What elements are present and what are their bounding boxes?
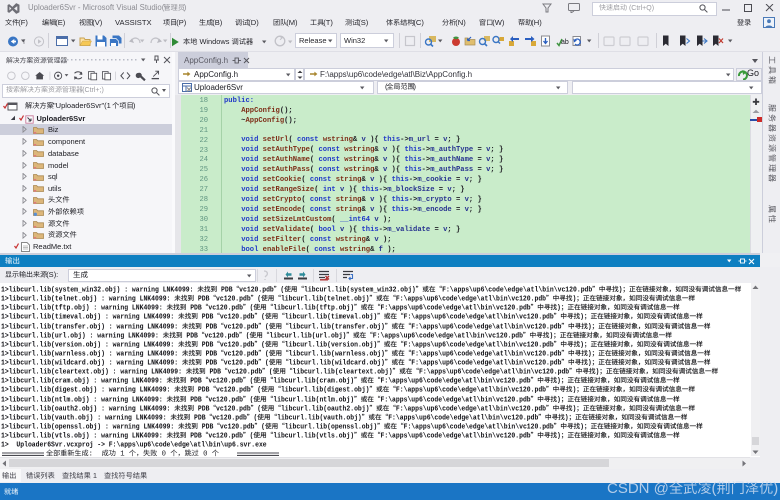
svg-text:1>libcurl.lib(openssl.obj) : w: 1>libcurl.lib(openssl.obj) : warning LNK… xyxy=(1,423,178,431)
svg-text:vc120.pdb: vc120.pdb xyxy=(220,423,255,431)
svg-text:1: 1 xyxy=(91,472,97,480)
svg-text:(: ( xyxy=(261,423,265,431)
svg-text:1>libcurl.lib(digest.obj) : wa: 1>libcurl.lib(digest.obj) : warning LNK4… xyxy=(1,387,174,395)
svg-text:(: ( xyxy=(265,359,269,367)
svg-text:F:\apps\up6\code\edge\atl\bin\: F:\apps\up6\code\edge\atl\bin\vc120.pdb xyxy=(404,423,555,431)
svg-text:(S): (S) xyxy=(358,19,369,27)
svg-text:libcurl.lib(url.obj): libcurl.lib(url.obj) xyxy=(269,332,346,340)
svg-text:): ) xyxy=(773,481,778,497)
svg-text:(: ( xyxy=(246,332,250,340)
svg-text:(Ctrl+;): (Ctrl+;) xyxy=(82,87,104,94)
svg-text:PDB: PDB xyxy=(194,387,210,395)
svg-text:): ) xyxy=(184,4,187,12)
svg-text:VASSISTX: VASSISTX xyxy=(115,19,152,27)
svg-text:F:\apps\up6\code\edge\atl\bin\: F:\apps\up6\code\edge\atl\bin\vc120.pdb xyxy=(396,387,547,395)
svg-text:(P): (P) xyxy=(176,19,187,27)
svg-text:libcurl.lib(vtls.obj): libcurl.lib(vtls.obj) xyxy=(273,432,354,440)
svg-text:PDB: PDB xyxy=(202,359,218,367)
svg-text:(H): (H) xyxy=(531,19,542,27)
svg-text:F:\apps\up6\code\edge\atl\bin\: F:\apps\up6\code\edge\atl\bin\vc120.pdb xyxy=(381,432,532,440)
svg-text:1>libcurl.lib(telnet.obj) : wa: 1>libcurl.lib(telnet.obj) : warning LNK4… xyxy=(1,295,174,303)
svg-text:vc120.pdb: vc120.pdb xyxy=(205,332,240,340)
svg-text:(: ( xyxy=(385,83,388,91)
svg-text:vc120.pdb: vc120.pdb xyxy=(216,387,251,395)
svg-text:CSDN @: CSDN @ xyxy=(607,481,669,497)
svg-text:): ) xyxy=(132,102,135,110)
svg-text:(E): (E) xyxy=(55,19,66,27)
svg-text:libcurl.lib(openssl.obj): libcurl.lib(openssl.obj) xyxy=(285,423,377,431)
svg-text:libcurl.lib(telnet.obj): libcurl.lib(telnet.obj) xyxy=(281,295,370,303)
svg-text:(S):: (S): xyxy=(46,271,58,279)
svg-text:"Uploader6Svr"(1: "Uploader6Svr"(1 xyxy=(53,102,113,110)
svg-text:1>libcurl.lib(url.obj) : warni: 1>libcurl.lib(url.obj) : warning LNK4099… xyxy=(1,332,163,340)
svg-text:F:\apps\up6\code\edge\atl\bin\: F:\apps\up6\code\edge\atl\bin\vc120.pdb xyxy=(396,295,547,303)
svg-text:(T): (T) xyxy=(323,19,333,27)
svg-text:libcurl.lib(digest.obj): libcurl.lib(digest.obj) xyxy=(281,387,370,395)
svg-text:): ) xyxy=(549,332,553,340)
svg-text:(C): (C) xyxy=(413,19,424,27)
svg-text:): ) xyxy=(572,387,576,395)
svg-text:vc120.pdb: vc120.pdb xyxy=(224,359,259,367)
svg-text:(N): (N) xyxy=(455,19,466,27)
svg-text:): ) xyxy=(557,432,561,440)
svg-text:vc120.pdb: vc120.pdb xyxy=(216,295,251,303)
svg-text:): ) xyxy=(572,295,576,303)
svg-text:(B): (B) xyxy=(212,19,223,27)
svg-text:(F): (F) xyxy=(18,19,28,27)
svg-text:(: ( xyxy=(712,481,717,497)
svg-text:Windows: Windows xyxy=(197,38,231,46)
svg-text:PDB: PDB xyxy=(183,332,199,340)
svg-text:F:\apps\up6\code\edge\atl\bin\: F:\apps\up6\code\edge\atl\bin\vc120.pdb xyxy=(411,359,562,367)
svg-text:(W): (W) xyxy=(492,19,505,27)
svg-text:(V): (V) xyxy=(92,19,103,27)
svg-text:(M): (M) xyxy=(286,19,298,27)
svg-text:(D): (D) xyxy=(248,19,259,27)
svg-text:(Ctrl+Q): (Ctrl+Q) xyxy=(627,4,654,11)
svg-text:F:\apps\up6\code\edge\atl\bin\: F:\apps\up6\code\edge\atl\bin\vc120.pdb xyxy=(373,332,524,340)
svg-text:Uploader6Svr - Microsoft Visua: Uploader6Svr - Microsoft Visual Studio( xyxy=(28,4,165,12)
svg-text:PDB: PDB xyxy=(198,423,214,431)
svg-text:libcurl.lib(wildcard.obj): libcurl.lib(wildcard.obj) xyxy=(289,359,385,367)
svg-text:): ) xyxy=(580,423,584,431)
svg-text:(: ( xyxy=(257,387,261,395)
svg-text:ab: ab xyxy=(561,39,569,46)
svg-text:): ) xyxy=(588,359,592,367)
svg-text:PDB: PDB xyxy=(194,295,210,303)
svg-text:): ) xyxy=(414,83,417,91)
svg-text:(: ( xyxy=(257,295,261,303)
svg-text:1>libcurl.lib(wildcard.obj) :: 1>libcurl.lib(wildcard.obj) : warning LN… xyxy=(1,359,182,367)
